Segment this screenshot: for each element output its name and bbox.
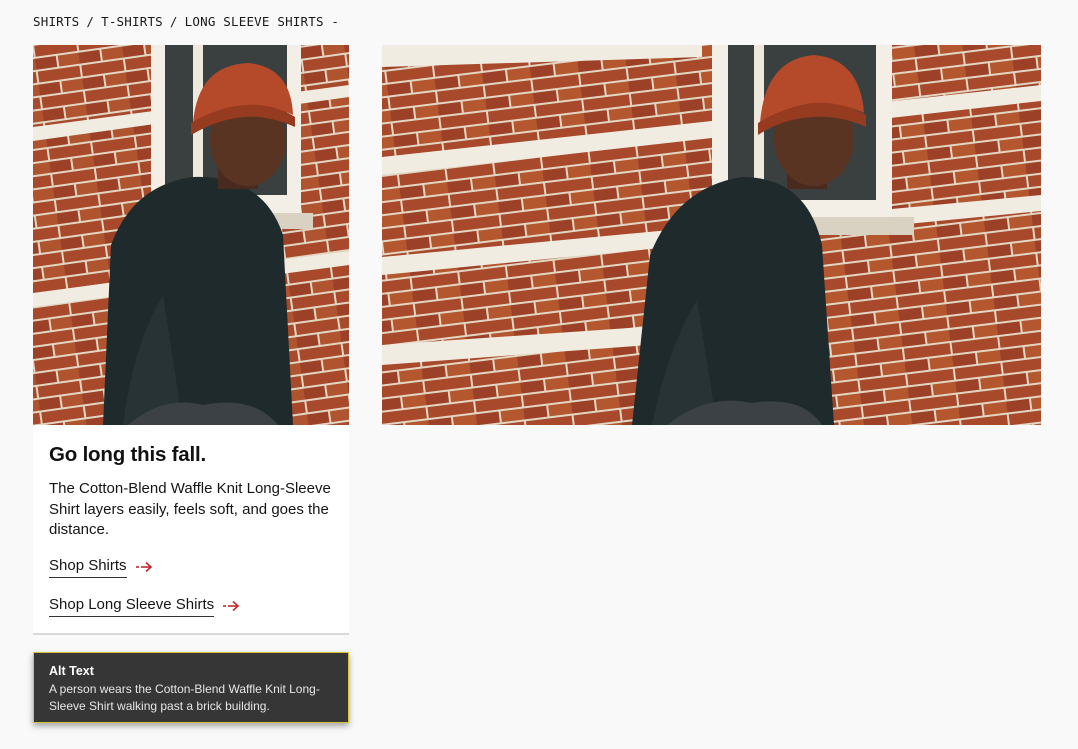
- arrow-right-icon: [135, 561, 153, 573]
- promo-card: Go long this fall. The Cotton-Blend Waff…: [33, 425, 349, 635]
- alt-text-title: Alt Text: [49, 664, 94, 678]
- promo-description: The Cotton-Blend Waffle Knit Long-Sleeve…: [49, 480, 331, 538]
- hero-image-landscape: [382, 45, 1041, 425]
- promo-title: Go long this fall.: [49, 443, 206, 466]
- breadcrumb: SHIRTS / T-SHIRTS / LONG SLEEVE SHIRTS -: [33, 14, 339, 29]
- person-brick-wall-photo: [33, 45, 349, 425]
- shop-shirts-link[interactable]: Shop Shirts: [49, 557, 153, 578]
- person-brick-wall-photo: [382, 45, 1041, 425]
- shop-long-sleeve-shirts-link[interactable]: Shop Long Sleeve Shirts: [49, 596, 240, 617]
- breadcrumb-separator: /: [86, 14, 95, 29]
- alt-text-description: A person wears the Cotton-Blend Waffle K…: [49, 682, 320, 713]
- breadcrumb-separator: /: [169, 14, 178, 29]
- breadcrumb-item-long-sleeve-shirts: LONG SLEEVE SHIRTS -: [184, 14, 340, 29]
- hero-image-portrait: [33, 45, 349, 425]
- breadcrumb-item-t-shirts[interactable]: T-SHIRTS: [101, 14, 163, 29]
- arrow-right-icon: [222, 600, 240, 612]
- alt-text-box: Alt Text A person wears the Cotton-Blend…: [33, 652, 349, 723]
- shop-long-sleeve-shirts-link-label: Shop Long Sleeve Shirts: [49, 596, 215, 617]
- breadcrumb-item-shirts[interactable]: SHIRTS: [33, 14, 79, 29]
- shop-shirts-link-label: Shop Shirts: [49, 557, 127, 578]
